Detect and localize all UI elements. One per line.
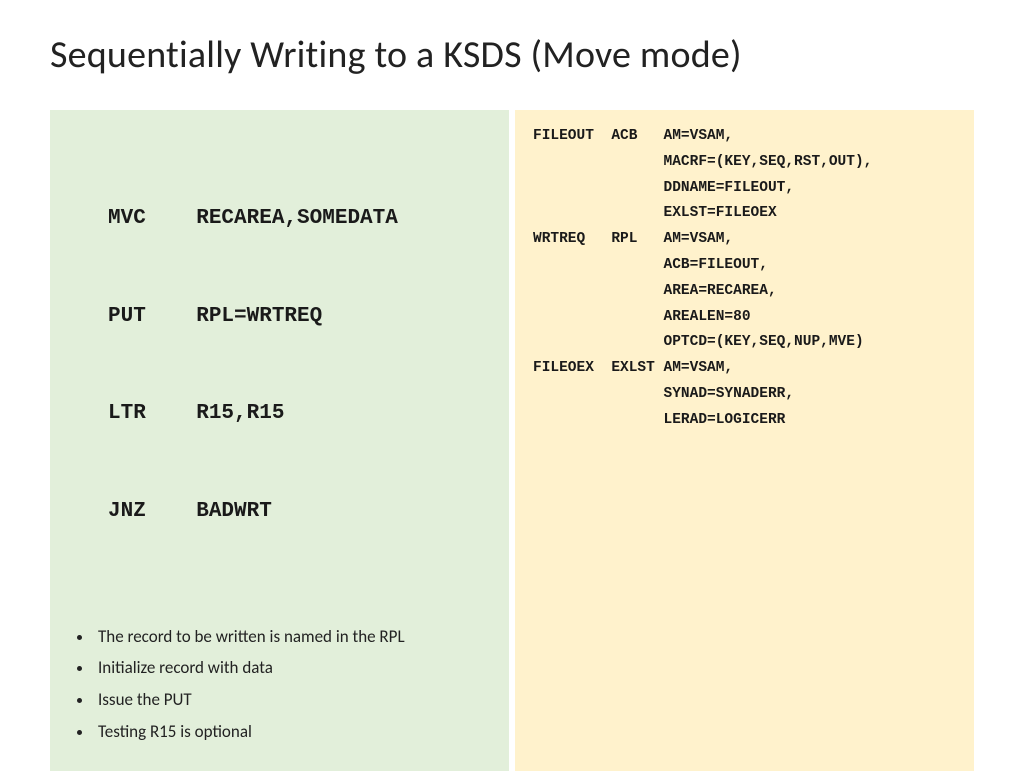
- code-line: ACB=FILEOUT,: [533, 253, 956, 279]
- code-line: FILEOEX EXLST AM=VSAM,: [533, 356, 956, 382]
- bullet-item: Issue the PUT: [94, 685, 489, 715]
- asm-line: PUT RPL=WRTREQ: [108, 301, 489, 334]
- left-panel: MVC RECAREA,SOMEDATA PUT RPL=WRTREQ LTR …: [50, 110, 509, 771]
- code-line: FILEOUT ACB AM=VSAM,: [533, 124, 956, 150]
- code-line: DDNAME=FILEOUT,: [533, 176, 956, 202]
- bullet-item: Initialize record with data: [94, 653, 489, 683]
- asm-line: LTR R15,R15: [108, 398, 489, 431]
- code-line: MACRF=(KEY,SEQ,RST,OUT),: [533, 150, 956, 176]
- code-line: AREA=RECAREA,: [533, 279, 956, 305]
- bullet-item: Testing R15 is optional: [94, 717, 489, 747]
- slide-title: Sequentially Writing to a KSDS (Move mod…: [50, 32, 974, 78]
- bullet-item: The record to be written is named in the…: [94, 622, 489, 652]
- assembly-code-block: MVC RECAREA,SOMEDATA PUT RPL=WRTREQ LTR …: [108, 138, 489, 594]
- bullet-list: The record to be written is named in the…: [70, 622, 489, 747]
- content-columns: MVC RECAREA,SOMEDATA PUT RPL=WRTREQ LTR …: [50, 110, 974, 771]
- code-line: AREALEN=80: [533, 305, 956, 331]
- right-panel: FILEOUT ACB AM=VSAM, MACRF=(KEY,SEQ,RST,…: [515, 110, 974, 771]
- code-line: OPTCD=(KEY,SEQ,NUP,MVE): [533, 330, 956, 356]
- code-line: EXLST=FILEOEX: [533, 201, 956, 227]
- code-line: LERAD=LOGICERR: [533, 408, 956, 434]
- asm-line: JNZ BADWRT: [108, 496, 489, 529]
- code-line: WRTREQ RPL AM=VSAM,: [533, 227, 956, 253]
- asm-line: MVC RECAREA,SOMEDATA: [108, 203, 489, 236]
- code-line: SYNAD=SYNADERR,: [533, 382, 956, 408]
